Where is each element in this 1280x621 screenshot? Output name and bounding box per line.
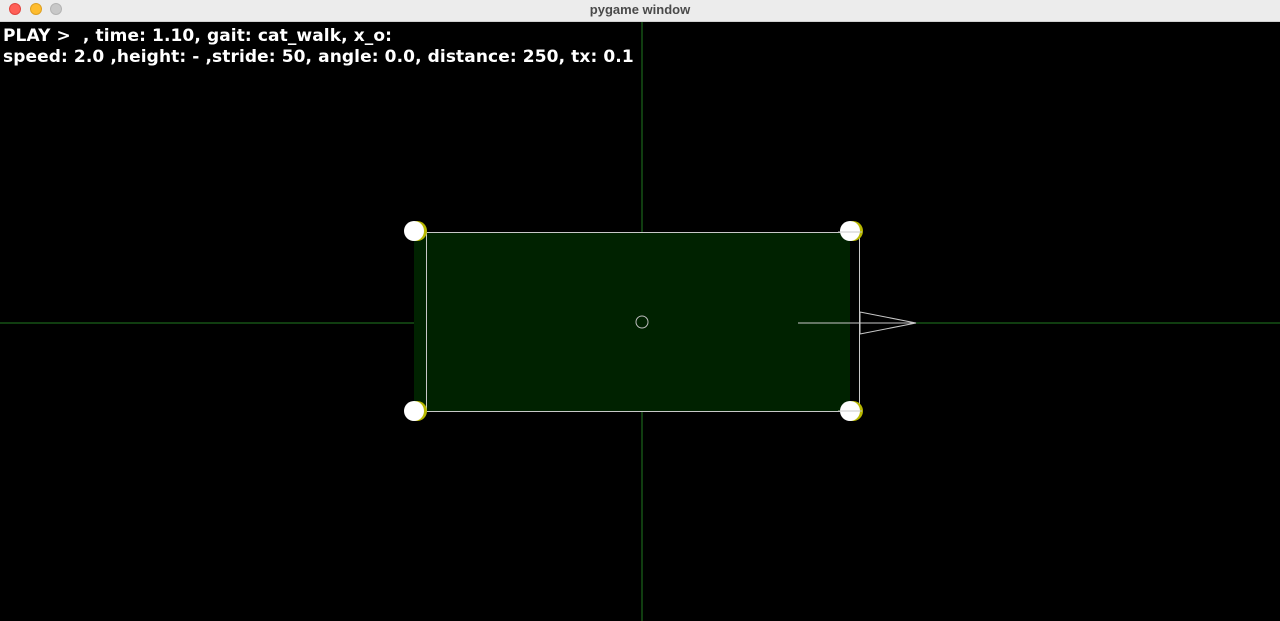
window-titlebar[interactable]: pygame window bbox=[0, 0, 1280, 22]
simulation-canvas[interactable]: PLAY > , time: 1.10, gait: cat_walk, x_o… bbox=[0, 22, 1280, 621]
foot-front-left bbox=[404, 221, 427, 241]
robot-body-fill bbox=[414, 232, 850, 412]
scene-svg bbox=[0, 22, 1280, 621]
hud-params-line: speed: 2.0 ,height: - ,stride: 50, angle… bbox=[3, 47, 634, 67]
pygame-window: pygame window PLAY > , time: 1.10, gait:… bbox=[0, 0, 1280, 621]
foot-rear-left bbox=[404, 401, 427, 421]
window-title: pygame window bbox=[589, 2, 691, 17]
hud-status-line: PLAY > , time: 1.10, gait: cat_walk, x_o… bbox=[3, 26, 393, 46]
